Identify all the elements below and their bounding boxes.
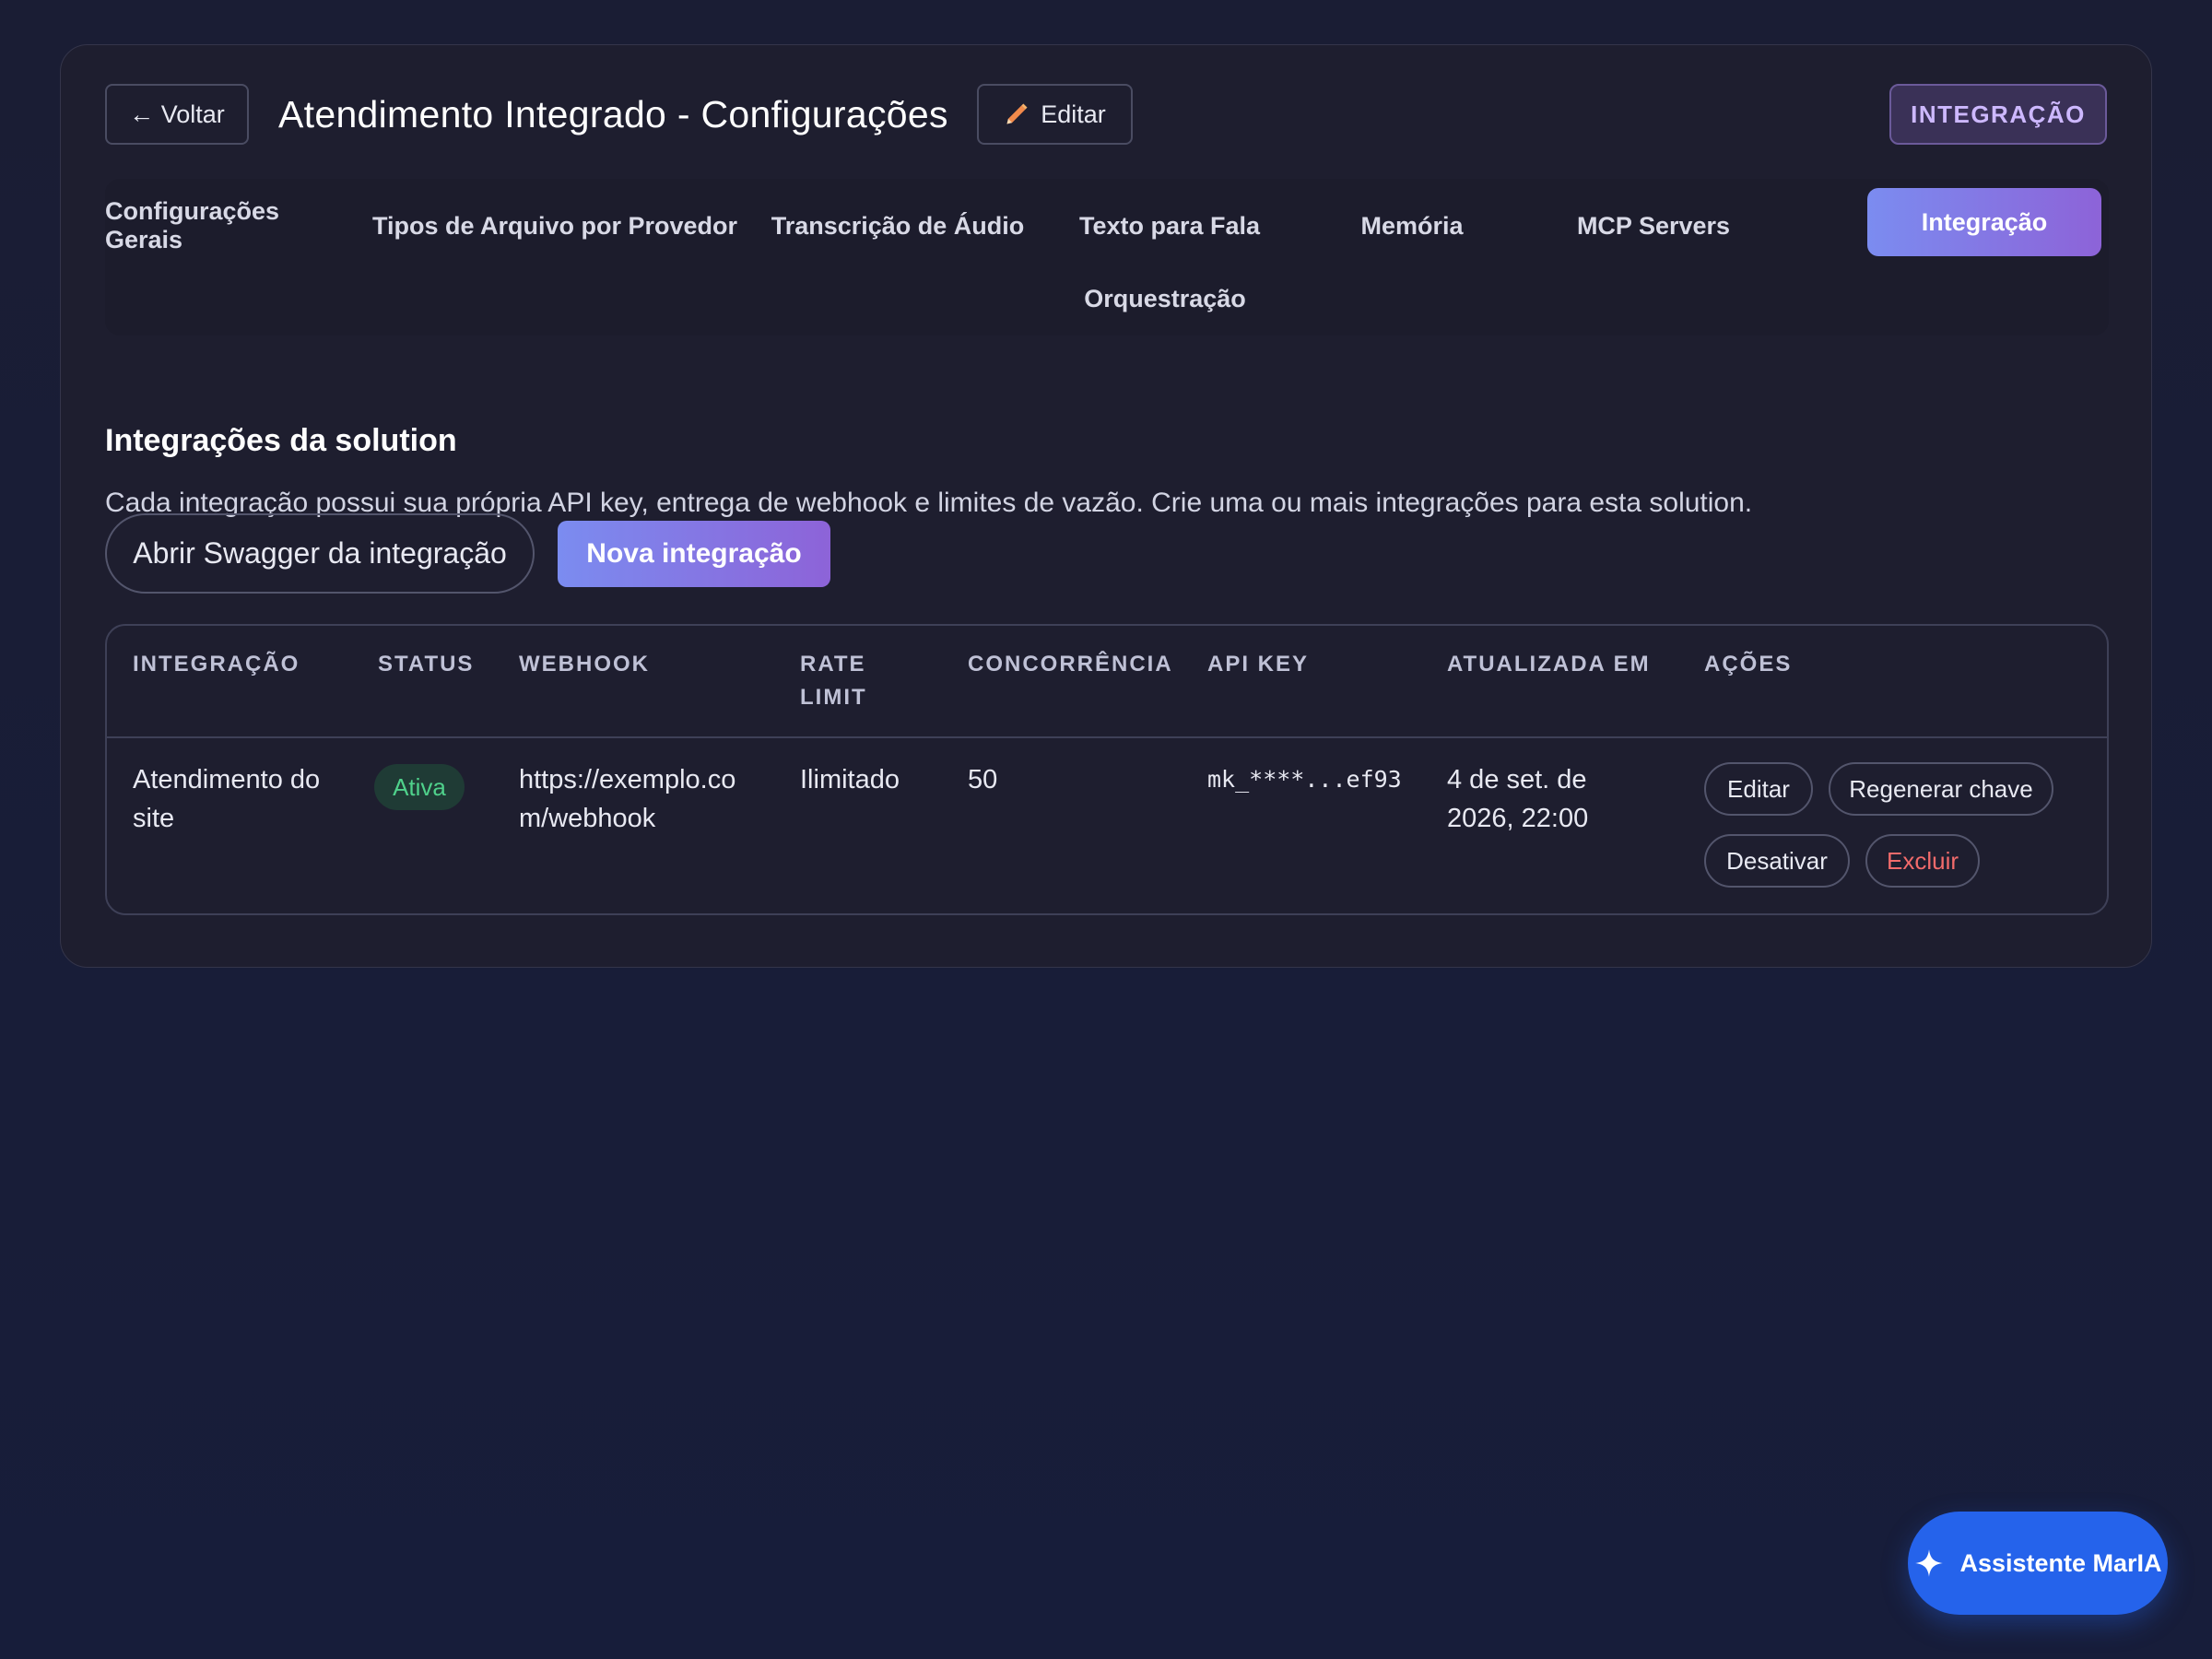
section-badge: INTEGRAÇÃO [1889,84,2107,145]
back-button[interactable]: ← Voltar [105,84,249,145]
col-rate-limit: RATE LIMIT [800,648,867,714]
cell-integracao: Atendimento do site [133,760,320,838]
integrations-table: INTEGRAÇÃO STATUS WEBHOOK RATE LIMIT CON… [105,624,2109,915]
col-concorrencia: CONCORRÊNCIA [968,652,1173,677]
webhook-line1: https://exemplo.co [519,765,736,794]
col-webhook: WEBHOOK [519,652,650,677]
regenerate-key-button[interactable]: Regenerar chave [1829,762,2053,816]
edit-button[interactable]: Editar [977,84,1133,145]
col-status: STATUS [378,652,475,677]
cell-atualizada-em: 4 de set. de 2026, 22:00 [1447,760,1588,838]
updated-line2: 2026, 22:00 [1447,804,1589,833]
tab-configuracoes-gerais[interactable]: Configurações Gerais [105,192,352,260]
pencil-icon [1004,101,1030,127]
status-badge: Ativa [374,764,465,810]
row-edit-button[interactable]: Editar [1704,762,1813,816]
tab-transcricao-audio[interactable]: Transcrição de Áudio [752,192,1043,260]
tab-texto-para-fala[interactable]: Texto para Fala [1049,192,1290,260]
tab-integracao[interactable]: Integração [1867,188,2101,256]
col-rate-limit-line1: RATE [800,652,866,677]
cell-concorrencia: 50 [968,765,998,794]
edit-button-label: Editar [1041,100,1106,128]
webhook-line2: m/webhook [519,804,656,833]
open-swagger-button[interactable]: Abrir Swagger da integração [105,513,535,594]
assistant-label: Assistente MarIA [1959,1548,2162,1577]
col-atualizada-em: ATUALIZADA EM [1447,652,1651,677]
sparkle-icon [1913,1547,1945,1579]
delete-button[interactable]: Excluir [1865,834,1980,888]
col-rate-limit-line2: LIMIT [800,685,867,710]
assistant-button[interactable]: Assistente MarIA [1908,1512,2168,1615]
tab-orquestracao[interactable]: Orquestração [1027,271,1303,326]
tab-tipos-arquivo[interactable]: Tipos de Arquivo por Provedor [366,192,744,260]
tab-mcp-servers[interactable]: MCP Servers [1533,192,1774,260]
new-integration-button[interactable]: Nova integração [558,521,830,587]
table-row: Atendimento do site Ativa https://exempl… [107,738,2107,913]
cell-api-key: mk_****...ef93 [1207,766,1402,793]
page-title: Atendimento Integrado - Configurações [278,93,948,135]
section-title: Integrações da solution [105,423,457,458]
tab-memoria[interactable]: Memória [1291,192,1533,260]
cell-rate-limit: Ilimitado [800,765,900,794]
cell-webhook: https://exemplo.co m/webhook [519,760,735,838]
table-header: INTEGRAÇÃO STATUS WEBHOOK RATE LIMIT CON… [107,626,2107,738]
col-integracao: INTEGRAÇÃO [133,652,300,677]
integration-name-line1: Atendimento do [133,765,321,794]
tab-bar: Configurações Gerais Tipos de Arquivo po… [105,179,2109,335]
updated-line1: 4 de set. de [1447,765,1587,794]
settings-panel: ← Voltar Atendimento Integrado - Configu… [60,44,2152,968]
deactivate-button[interactable]: Desativar [1704,834,1850,888]
col-api-key: API KEY [1207,652,1310,677]
col-acoes: AÇÕES [1704,652,1793,677]
integration-name-line2: site [133,804,175,833]
